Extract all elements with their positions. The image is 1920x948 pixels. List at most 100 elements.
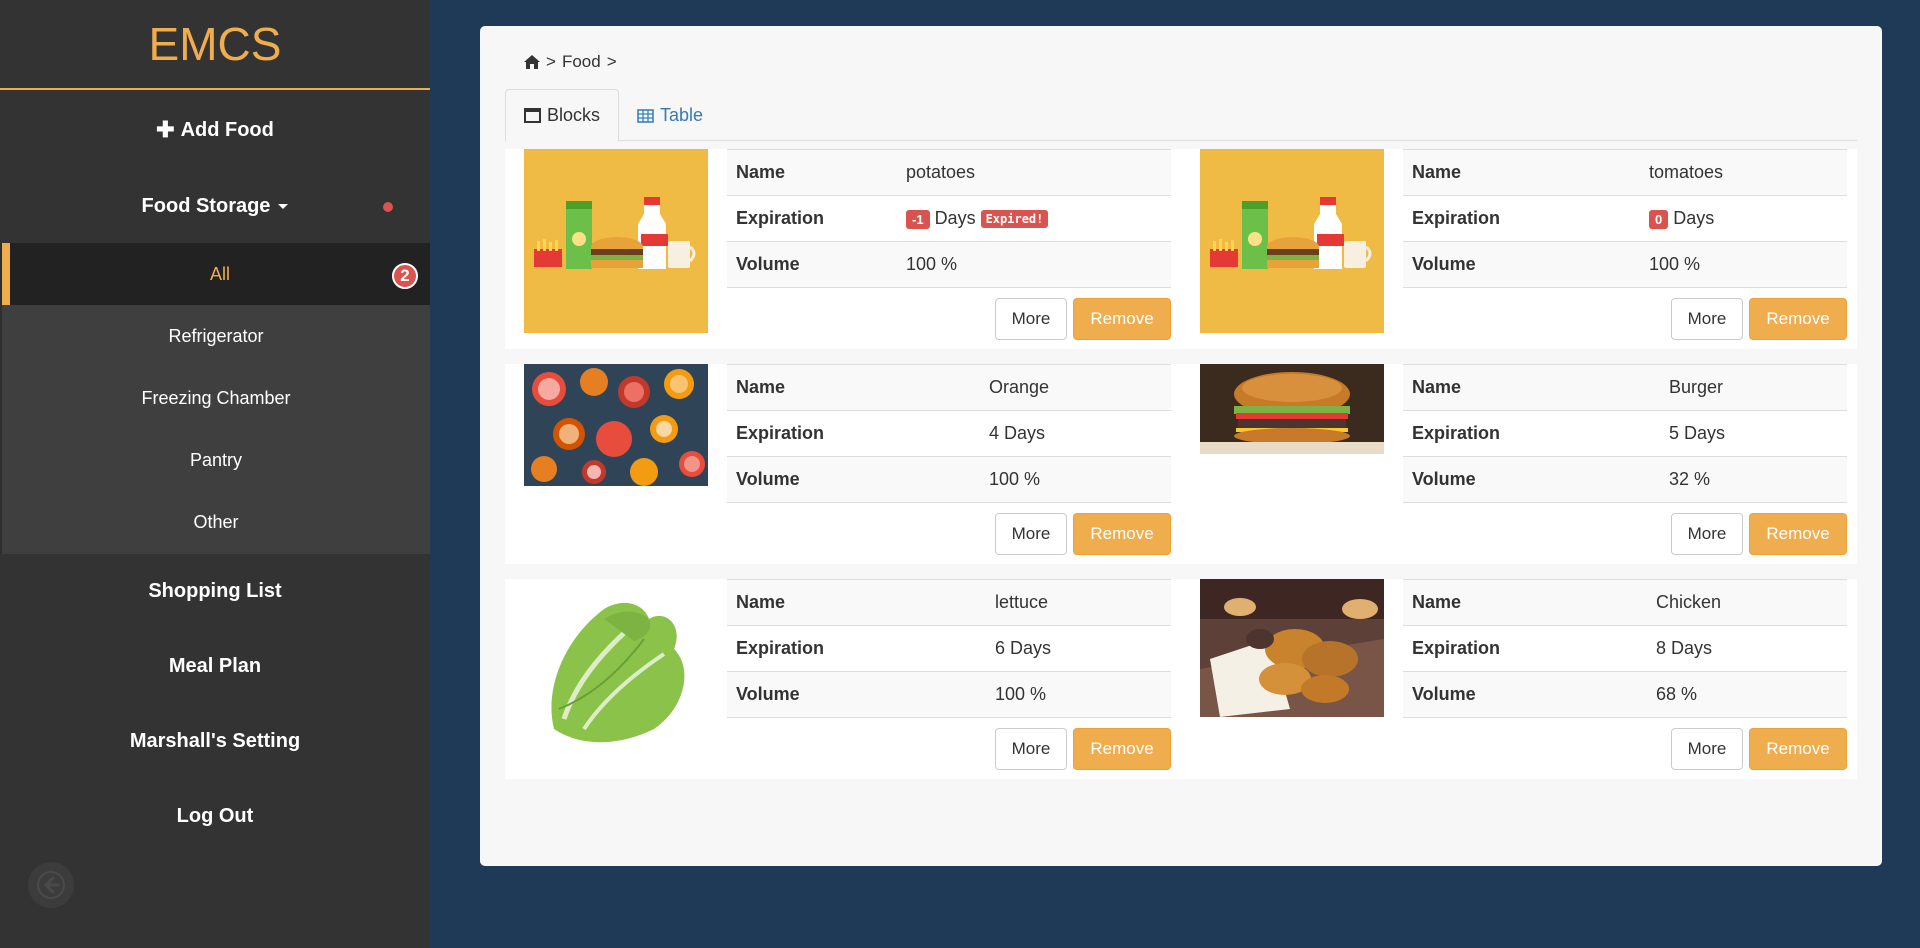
breadcrumb-separator: > [546, 52, 556, 71]
card-actions: More Remove [995, 513, 1171, 555]
sidebar-item-meal-plan[interactable]: Meal Plan [0, 629, 430, 704]
food-image [524, 149, 708, 333]
volume-value: 100 % [980, 456, 1171, 503]
days-label: -1 [906, 209, 930, 229]
window-icon [524, 108, 541, 123]
days-unit: Days [934, 208, 976, 228]
remove-button[interactable]: Remove [1749, 298, 1847, 340]
expiration-label: Expiration [727, 410, 980, 457]
sidebar-item-settings[interactable]: Marshall's Setting [0, 704, 430, 779]
submenu-item-label: Freezing Chamber [141, 387, 291, 408]
food-info-table: Name Chicken Expiration 8 Days Volume 68… [1403, 579, 1847, 718]
submenu-item-label: Refrigerator [168, 325, 264, 346]
remove-button[interactable]: Remove [1749, 728, 1847, 770]
meal-plan-label: Meal Plan [168, 655, 262, 677]
expiration-value: 4 Days [980, 410, 1171, 457]
name-label: Name [1403, 579, 1647, 626]
remove-button[interactable]: Remove [1073, 298, 1171, 340]
expiration-value: 8 Days [1647, 625, 1847, 672]
sidebar: EMCS ✚ Add Food Food Storage All 2 Refri… [0, 0, 430, 948]
expiration-label: Expiration [1403, 195, 1640, 242]
name-label: Name [727, 149, 897, 196]
volume-label: Volume [1403, 671, 1647, 718]
volume-label: Volume [727, 241, 897, 288]
logout-label: Log Out [176, 805, 254, 827]
volume-value: 100 % [897, 241, 1171, 288]
card-actions: More Remove [995, 298, 1171, 340]
food-card: Name Burger Expiration 5 Days Volume 32 … [1181, 364, 1857, 564]
expiration-value: 5 Days [1660, 410, 1847, 457]
collapse-sidebar-button[interactable] [28, 862, 74, 908]
volume-label: Volume [727, 671, 986, 718]
food-card: Name tomatoes Expiration 0 Days Volume 10… [1181, 149, 1857, 349]
add-food-button[interactable]: ✚ Add Food [0, 90, 430, 170]
food-name: Burger [1660, 364, 1847, 411]
settings-label: Marshall's Setting [129, 730, 301, 752]
food-info-table: Name lettuce Expiration 6 Days Volume 10… [727, 579, 1171, 718]
expired-badge: Expired! [980, 210, 1049, 229]
plus-icon: ✚ [156, 117, 175, 142]
view-tabs: Blocks Table [505, 89, 1857, 142]
more-button[interactable]: More [995, 513, 1067, 555]
food-card: Name Chicken Expiration 8 Days Volume 68… [1181, 579, 1857, 779]
food-image [1200, 149, 1384, 333]
expiration-label: Expiration [727, 195, 897, 242]
submenu-item-refrigerator[interactable]: Refrigerator [2, 305, 430, 367]
more-button[interactable]: More [995, 298, 1067, 340]
submenu-item-all[interactable]: All 2 [2, 243, 430, 305]
food-info-table: Name tomatoes Expiration 0 Days Volume 10… [1403, 149, 1847, 288]
days-label: 0 [1649, 209, 1669, 229]
remove-button[interactable]: Remove [1073, 728, 1171, 770]
name-label: Name [727, 579, 986, 626]
brand-logo[interactable]: EMCS [0, 0, 430, 90]
food-image [524, 579, 708, 763]
count-badge: 2 [392, 263, 418, 289]
submenu-item-freezing-chamber[interactable]: Freezing Chamber [2, 367, 430, 429]
volume-label: Volume [1403, 241, 1640, 288]
shopping-list-label: Shopping List [148, 580, 282, 602]
expiration-value: 0 Days [1640, 195, 1847, 242]
food-info-table: Name Orange Expiration 4 Days Volume 100… [727, 364, 1171, 503]
volume-label: Volume [1403, 456, 1660, 503]
volume-value: 100 % [986, 671, 1171, 718]
breadcrumb-separator: > [606, 52, 617, 71]
more-button[interactable]: More [1671, 513, 1743, 555]
food-storage-label: Food Storage [141, 195, 271, 217]
volume-value: 68 % [1647, 671, 1847, 718]
food-card: Name Orange Expiration 4 Days Volume 100… [505, 364, 1181, 564]
remove-button[interactable]: Remove [1073, 513, 1171, 555]
name-label: Name [727, 364, 980, 411]
food-image [524, 364, 708, 486]
food-info-table: Name potatoes Expiration -1 Days Expired! … [727, 149, 1171, 288]
card-actions: More Remove [1671, 513, 1847, 555]
card-actions: More Remove [1671, 298, 1847, 340]
name-label: Name [1403, 364, 1660, 411]
remove-button[interactable]: Remove [1749, 513, 1847, 555]
sidebar-item-shopping-list[interactable]: Shopping List [0, 554, 430, 629]
main-panel: > Food > Blocks Table Name potatoes Expi… [480, 26, 1882, 866]
food-storage-submenu: All 2 Refrigerator Freezing Chamber Pant… [0, 243, 430, 554]
more-button[interactable]: More [1671, 298, 1743, 340]
home-icon[interactable] [524, 55, 540, 69]
card-actions: More Remove [995, 728, 1171, 770]
food-name: tomatoes [1640, 149, 1847, 196]
breadcrumb-food[interactable]: Food [562, 52, 601, 72]
more-button[interactable]: More [995, 728, 1067, 770]
card-actions: More Remove [1671, 728, 1847, 770]
more-button[interactable]: More [1671, 728, 1743, 770]
sidebar-item-logout[interactable]: Log Out [0, 779, 430, 854]
submenu-item-pantry[interactable]: Pantry [2, 429, 430, 491]
tab-table-label: Table [660, 105, 704, 125]
expiration-label: Expiration [1403, 625, 1647, 672]
volume-value: 100 % [1640, 241, 1847, 288]
tab-table[interactable]: Table [619, 89, 721, 142]
food-storage-toggle[interactable]: Food Storage [0, 170, 430, 243]
expiration-label: Expiration [1403, 410, 1660, 457]
submenu-item-label: Other [193, 511, 239, 532]
volume-value: 32 % [1660, 456, 1847, 503]
food-name: potatoes [897, 149, 1171, 196]
tab-blocks[interactable]: Blocks [505, 89, 619, 142]
food-name: lettuce [986, 579, 1171, 626]
submenu-item-other[interactable]: Other [2, 491, 430, 553]
expiration-label: Expiration [727, 625, 986, 672]
